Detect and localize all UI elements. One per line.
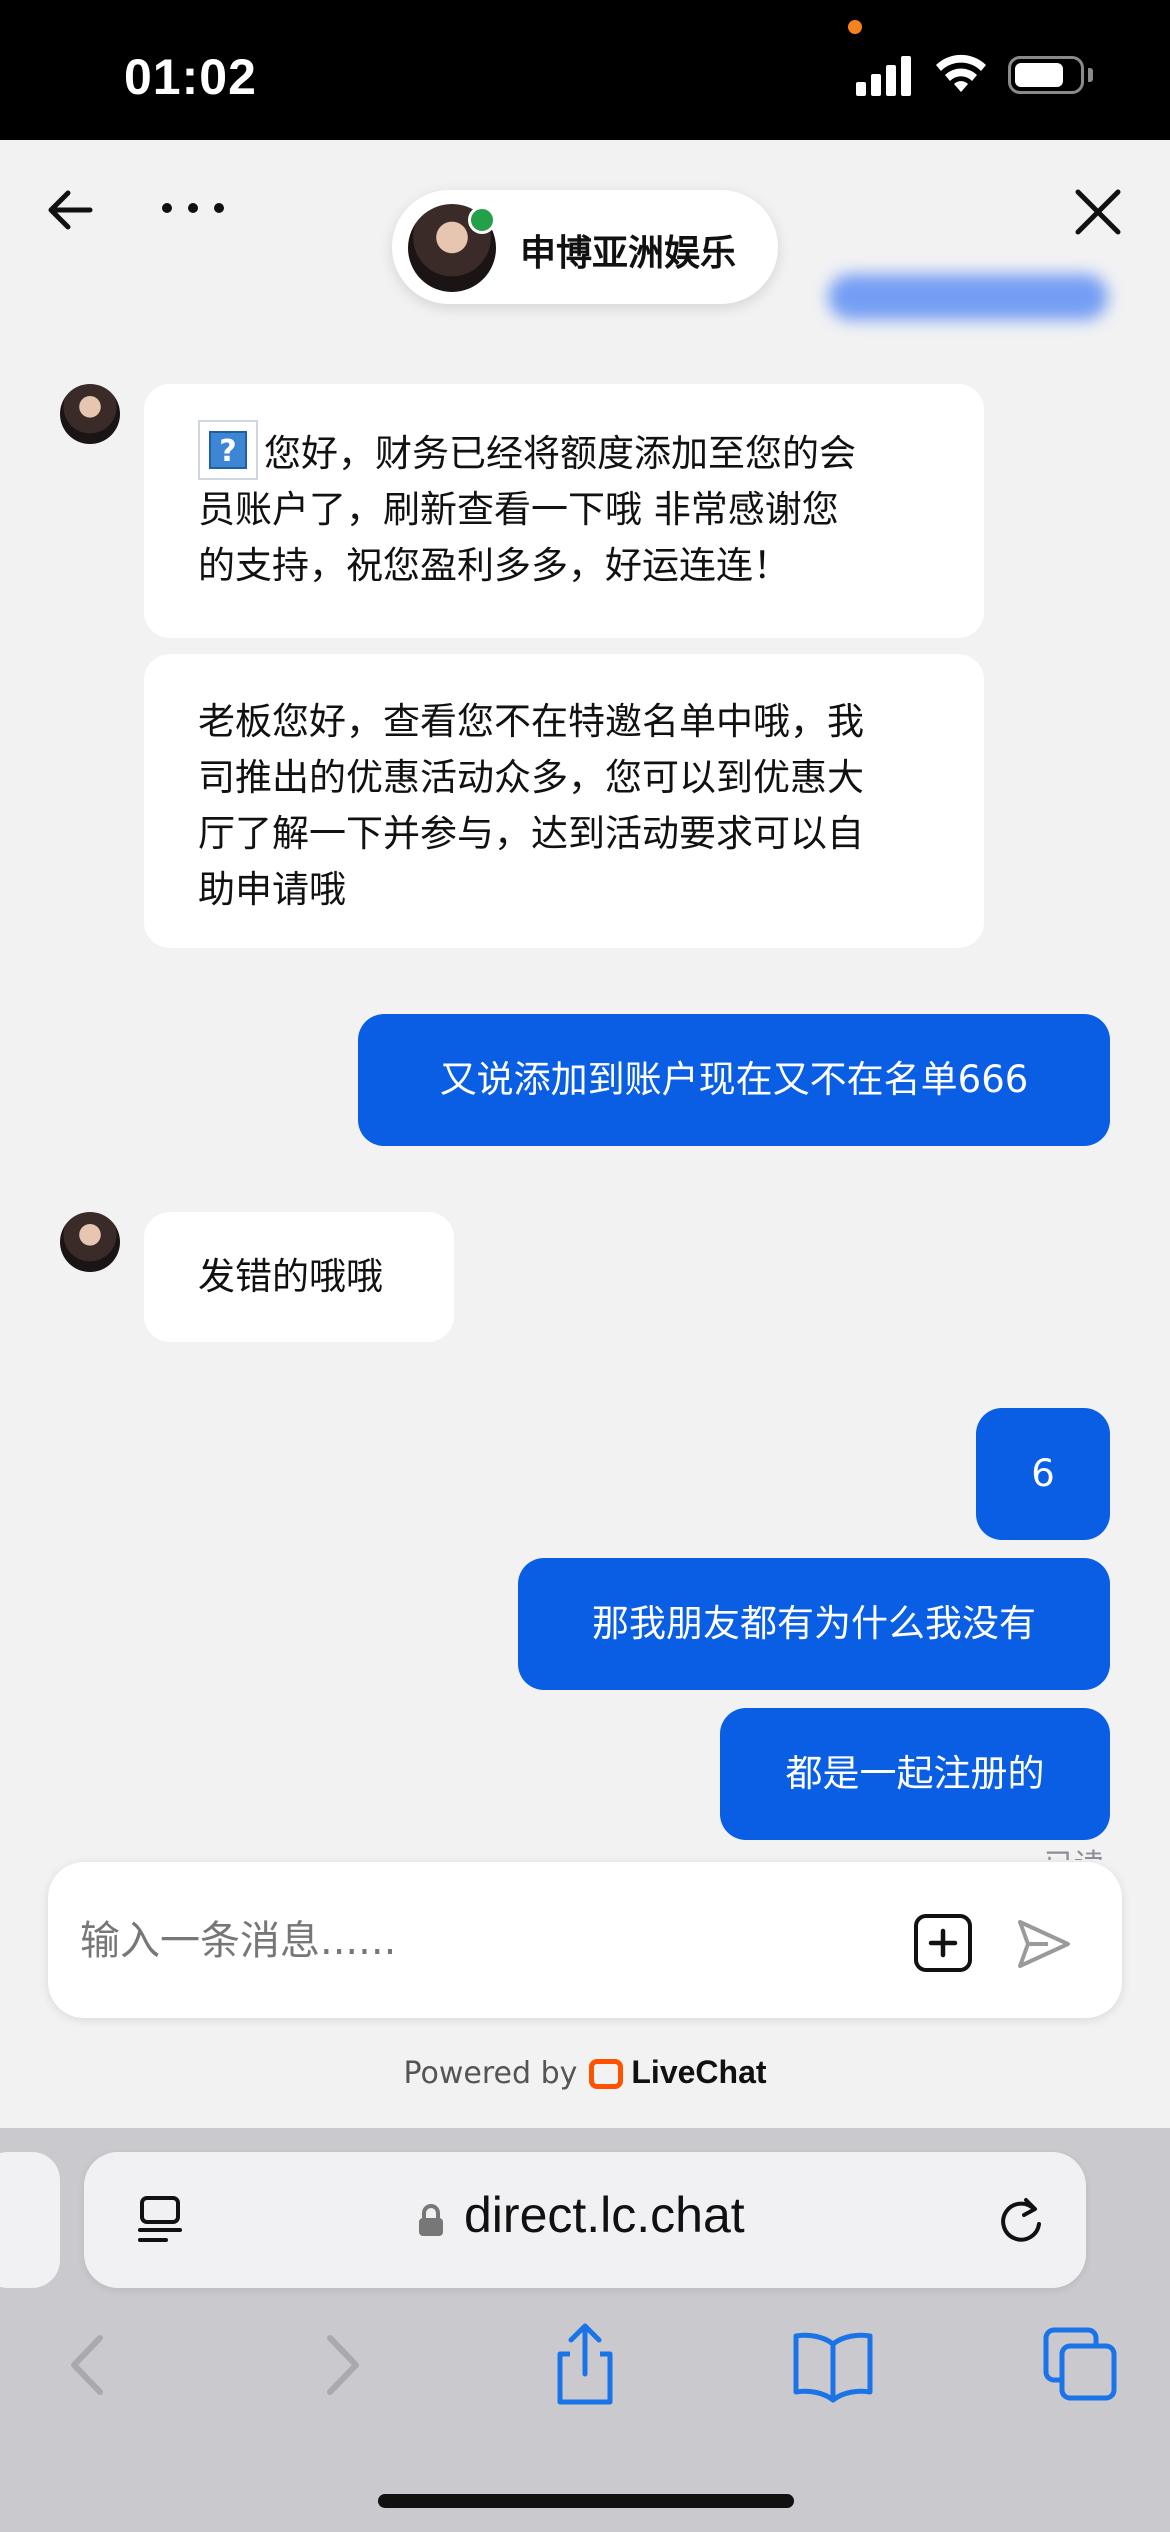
message-line: 助申请哦 <box>198 868 346 911</box>
visitor-message-bubble: 那我朋友都有为什么我没有 <box>518 1558 1110 1690</box>
back-nav-icon[interactable] <box>44 2320 134 2410</box>
visitor-message-bubble: 又说添加到账户现在又不在名单666 <box>358 1014 1110 1146</box>
agent-avatar <box>60 1212 120 1272</box>
visitor-message-bubble: 6 <box>976 1408 1110 1540</box>
agent-message-bubble: 老板您好，查看您不在特邀名单中哦，我 司推出的优惠活动众多，您可以到优惠大 厅了… <box>144 654 984 948</box>
close-icon[interactable] <box>1070 184 1126 240</box>
missing-image-icon: ? <box>198 420 258 480</box>
url-text: direct.lc.chat <box>464 2187 745 2243</box>
battery-icon <box>1008 56 1084 94</box>
status-bar: 01:02 <box>0 0 1170 140</box>
message-line: 司推出的优惠活动众多，您可以到优惠大 <box>198 756 864 799</box>
message-line: 厅了解一下并参与，达到活动要求可以自 <box>198 812 864 855</box>
message-line: 的支持，祝您盈利多多，好运连连！ <box>198 544 790 587</box>
share-icon[interactable] <box>540 2320 630 2410</box>
visitor-message-bubble: 都是一起注册的 <box>720 1708 1110 1840</box>
message-line: ? 您好，财务已经将额度添加至您的会 <box>198 420 930 482</box>
agent-avatar <box>60 384 120 444</box>
privacy-indicator-dot <box>848 20 862 34</box>
agent-message-bubble: ? 您好，财务已经将额度添加至您的会 员账户了，刷新查看一下哦 非常感谢您 的支持… <box>144 384 984 638</box>
powered-by-label: Powered by <box>403 2056 578 2091</box>
agent-info-pill[interactable]: 申博亚洲娱乐 <box>392 190 778 304</box>
send-icon[interactable] <box>1014 1914 1074 1974</box>
tabs-overview-icon[interactable] <box>1036 2320 1126 2410</box>
forward-nav-icon[interactable] <box>296 2320 386 2410</box>
message-line: 员账户了，刷新查看一下哦 非常感谢您 <box>198 488 839 531</box>
back-arrow-icon[interactable] <box>44 184 96 236</box>
agent-message-bubble: 发错的哦哦 <box>144 1212 454 1342</box>
cellular-signal-icon <box>856 52 912 96</box>
message-line: 老板您好，查看您不在特邀名单中哦，我 <box>198 700 864 743</box>
home-indicator <box>378 2494 794 2508</box>
livechat-logo-icon <box>589 2059 624 2089</box>
more-options-icon[interactable] <box>158 196 228 220</box>
livechat-brand: LiveChat <box>631 2054 767 2090</box>
bookmarks-icon[interactable] <box>788 2320 878 2410</box>
address-bar[interactable]: direct.lc.chat <box>84 2152 1086 2288</box>
blurred-redaction <box>828 274 1108 320</box>
battery-cap <box>1088 68 1093 82</box>
page-menu-icon[interactable] <box>136 2194 184 2246</box>
message-input[interactable] <box>78 1906 902 1976</box>
wifi-icon <box>936 54 986 92</box>
online-status-dot <box>468 206 496 234</box>
agent-name: 申博亚洲娱乐 <box>520 233 737 274</box>
powered-by-footer[interactable]: Powered by LiveChat <box>0 2054 1170 2091</box>
previous-tab-preview[interactable] <box>0 2152 60 2288</box>
lock-icon <box>419 2204 443 2236</box>
reload-icon[interactable] <box>996 2196 1046 2246</box>
read-receipt: 已读 <box>1044 1840 1104 1860</box>
add-attachment-icon[interactable] <box>914 1914 972 1972</box>
status-time: 01:02 <box>124 49 257 105</box>
message-composer <box>48 1862 1122 2018</box>
